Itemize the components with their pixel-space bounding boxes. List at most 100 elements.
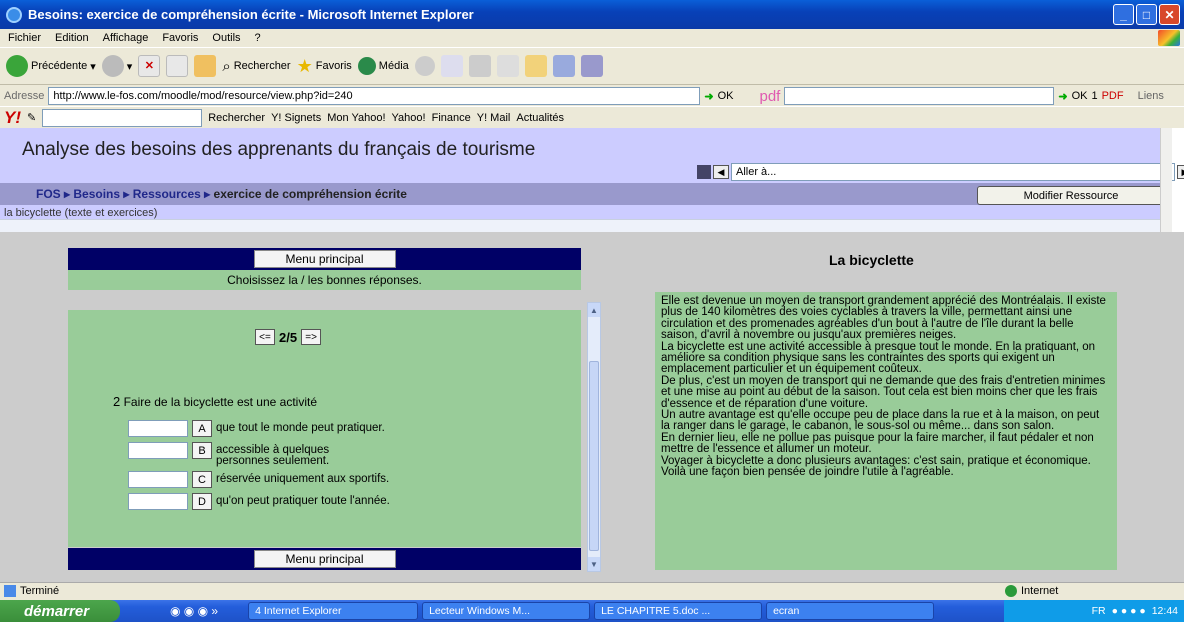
option-a: Aque tout le monde peut pratiquer. <box>128 420 446 437</box>
ie-icon <box>6 6 22 23</box>
task-ie[interactable]: 4 Internet Explorer <box>248 602 419 620</box>
task-ecran[interactable]: ecran <box>766 602 935 620</box>
prev-icon[interactable]: ◀ <box>713 165 729 179</box>
main-menu-button[interactable]: Menu principal <box>253 250 396 268</box>
mail-icon[interactable] <box>440 55 463 77</box>
go-arrow-icon[interactable]: ➜ <box>704 90 713 103</box>
forward-button[interactable]: ▾ <box>101 55 132 77</box>
scroll-thumb[interactable] <box>589 361 599 551</box>
vertical-scrollbar[interactable] <box>1160 128 1172 232</box>
next-question-button[interactable]: => <box>301 329 322 345</box>
yahoo-news[interactable]: Actualités <box>516 112 564 124</box>
window-title: Besoins: exercice de compréhension écrit… <box>28 7 474 22</box>
pdf-logo: pdf <box>759 87 781 105</box>
modify-resource-button[interactable]: Modifier Ressource <box>977 186 1165 205</box>
resource-subtitle: la bicyclette (texte et exercices) <box>4 207 158 219</box>
refresh-icon[interactable] <box>166 55 189 77</box>
crumb-besoins[interactable]: Besoins <box>73 187 120 201</box>
yahoo-mon[interactable]: Mon Yahoo! <box>327 112 385 124</box>
crumb-ressources[interactable]: Ressources <box>133 187 201 201</box>
answer-input-a[interactable] <box>128 420 188 437</box>
stop-icon[interactable]: ✕ <box>138 55 161 77</box>
minimize-button[interactable]: _ <box>1113 4 1134 25</box>
standard-toolbar: Précédente ▾ ▾ ✕ ⌕ Rechercher ★ Favoris Mé… <box>0 47 1184 85</box>
answer-input-d[interactable] <box>128 493 188 510</box>
option-b-button[interactable]: B <box>192 442 212 459</box>
media-button[interactable]: Média <box>357 57 409 75</box>
instruction: Choisissez la / les bonnes réponses. <box>68 270 581 290</box>
prev-question-button[interactable]: <= <box>255 329 275 345</box>
yahoo-mail[interactable]: Y! Mail <box>477 112 511 124</box>
folder-icon[interactable] <box>524 55 547 77</box>
go-button[interactable]: OK <box>718 90 734 102</box>
page-count: 1 <box>1091 90 1098 102</box>
save-icon[interactable] <box>697 165 711 179</box>
jump-select[interactable]: Aller à... <box>731 163 1175 181</box>
exercise-scrollbar[interactable]: ▲ ▼ <box>587 302 601 572</box>
question-counter: 2/5 <box>279 329 298 345</box>
menu-outils[interactable]: Outils <box>212 32 240 44</box>
horizontal-scrollbar[interactable] <box>0 219 1172 232</box>
pdf-button[interactable]: PDF <box>1102 90 1124 102</box>
next-icon[interactable]: ▶ <box>1177 165 1184 179</box>
tray-icons[interactable]: ● ● ● ● <box>1112 605 1146 617</box>
edit-icon[interactable] <box>496 55 519 77</box>
pen-icon[interactable]: ✎ <box>27 111 36 124</box>
quick-launch-icons[interactable]: ◉ ◉ ◉ » <box>170 604 218 618</box>
yahoo-finance[interactable]: Finance <box>432 112 471 124</box>
yahoo-home[interactable]: Yahoo! <box>392 112 426 124</box>
jump-menu: ◀ Aller à... ▶ <box>697 163 1184 181</box>
pdf-search-input[interactable] <box>784 87 1055 105</box>
option-c-button[interactable]: C <box>192 471 212 488</box>
menu-affichage[interactable]: Affichage <box>103 32 149 44</box>
back-button[interactable]: Précédente ▾ <box>6 55 96 77</box>
title-bar: Besoins: exercice de compréhension écrit… <box>0 0 1184 29</box>
address-input[interactable]: http://www.le-fos.com/moodle/mod/resourc… <box>48 87 701 105</box>
menu-help[interactable]: ? <box>255 32 261 44</box>
task-word[interactable]: LE CHAPITRE 5.doc ... <box>594 602 763 620</box>
reading-text: Elle est devenue un moyen de transport g… <box>655 292 1117 570</box>
go-button-2[interactable]: OK <box>1072 90 1088 102</box>
main-menu-button-bottom[interactable]: Menu principal <box>253 550 396 568</box>
star-icon: ★ <box>296 55 313 76</box>
menu-fichier[interactable]: Fichier <box>8 32 41 44</box>
yahoo-search-button[interactable]: Rechercher <box>208 112 265 124</box>
answer-input-c[interactable] <box>128 471 188 488</box>
search-button[interactable]: ⌕ Rechercher <box>222 58 290 75</box>
scroll-up-icon[interactable]: ▲ <box>588 303 600 317</box>
print-icon[interactable] <box>468 55 491 77</box>
favorites-button[interactable]: ★ Favoris <box>297 56 352 77</box>
option-a-button[interactable]: A <box>192 420 212 437</box>
links-label[interactable]: Liens <box>1138 90 1164 102</box>
maximize-button[interactable]: □ <box>1136 4 1157 25</box>
menu-edition[interactable]: Edition <box>55 32 89 44</box>
go-arrow-icon-2[interactable]: ➜ <box>1058 90 1067 103</box>
exercise-pane: Menu principal Choisissez la / les bonne… <box>68 248 581 570</box>
exercise-frame: Menu principal Choisissez la / les bonne… <box>0 232 1184 582</box>
crumb-fos[interactable]: FOS <box>36 187 61 201</box>
menu-favoris[interactable]: Favoris <box>162 32 198 44</box>
history-icon[interactable] <box>414 56 435 76</box>
yahoo-logo[interactable]: Y! <box>4 108 21 128</box>
address-label: Adresse <box>4 90 45 102</box>
messenger-icon[interactable] <box>552 55 575 77</box>
answer-input-b[interactable] <box>128 442 188 459</box>
task-media-player[interactable]: Lecteur Windows M... <box>422 602 591 620</box>
zone-label: Internet <box>1021 585 1059 597</box>
research-icon[interactable] <box>580 55 603 77</box>
yahoo-signets[interactable]: Y! Signets <box>271 112 321 124</box>
language-indicator[interactable]: FR <box>1092 605 1106 617</box>
option-b: Baccessible à quelques personnes seuleme… <box>128 442 356 467</box>
close-button[interactable]: ✕ <box>1159 4 1180 25</box>
forward-arrow-icon <box>101 55 124 77</box>
start-button[interactable]: démarrer <box>0 600 120 622</box>
option-d-button[interactable]: D <box>192 493 212 510</box>
scroll-down-icon[interactable]: ▼ <box>588 557 600 571</box>
option-d: Dqu'on peut pratiquer toute l'année. <box>128 493 446 510</box>
yahoo-search-input[interactable] <box>42 108 203 127</box>
browser-window: Besoins: exercice de compréhension écrit… <box>0 0 1184 622</box>
home-icon[interactable] <box>194 55 217 77</box>
page-content: Analyse des besoins des apprenants du fr… <box>0 128 1184 582</box>
question-text: 2 Faire de la bicyclette est une activit… <box>113 394 318 409</box>
site-title: Analyse des besoins des apprenants du fr… <box>22 139 536 160</box>
